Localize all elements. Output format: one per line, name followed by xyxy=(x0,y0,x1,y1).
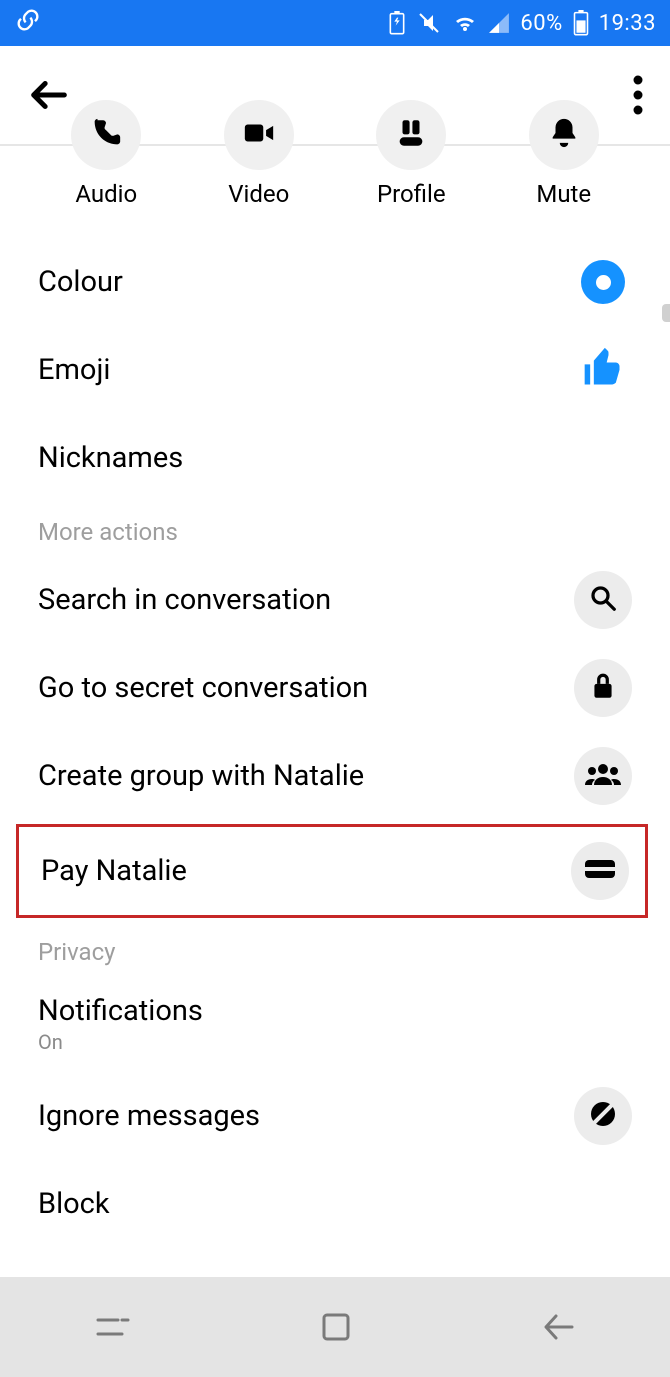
ignore-messages-label: Ignore messages xyxy=(38,1099,260,1133)
ignore-icon xyxy=(587,1098,619,1134)
notifications-label: Notifications xyxy=(38,994,203,1028)
battery-percentage: 60% xyxy=(520,11,562,36)
scrollbar-thumb[interactable] xyxy=(662,304,670,322)
video-icon xyxy=(242,116,276,154)
recycle-battery-icon xyxy=(388,11,406,35)
nicknames-row[interactable]: Nicknames xyxy=(38,414,632,502)
secret-conversation-label: Go to secret conversation xyxy=(38,671,368,705)
pay-label: Pay Natalie xyxy=(41,854,187,888)
link-icon xyxy=(14,6,42,40)
battery-icon xyxy=(573,10,589,36)
mute-button[interactable]: Mute xyxy=(529,160,599,208)
audio-call-button[interactable]: Audio xyxy=(71,160,141,208)
create-group-row[interactable]: Create group with Natalie xyxy=(38,732,632,820)
more-options-button[interactable] xyxy=(632,75,644,115)
vibrate-silent-icon xyxy=(416,11,442,35)
emoji-row[interactable]: Emoji xyxy=(38,326,632,414)
colour-swatch-icon xyxy=(581,260,625,304)
secret-conversation-row[interactable]: Go to secret conversation xyxy=(38,644,632,732)
recent-apps-button[interactable] xyxy=(92,1310,134,1344)
video-label: Video xyxy=(228,180,289,208)
nicknames-label: Nicknames xyxy=(38,441,183,475)
clock-text: 19:33 xyxy=(599,11,656,36)
block-row[interactable]: Block xyxy=(38,1160,632,1248)
pay-highlight-box: Pay Natalie xyxy=(16,824,648,918)
quick-actions-row: Audio Video Profile Mute xyxy=(0,146,670,238)
audio-label: Audio xyxy=(75,180,137,208)
more-actions-header: More actions xyxy=(0,502,670,556)
lock-icon xyxy=(590,671,616,705)
profile-label: Profile xyxy=(377,180,446,208)
bell-icon xyxy=(547,116,581,154)
privacy-header: Privacy xyxy=(0,922,670,976)
home-button[interactable] xyxy=(318,1309,354,1345)
status-bar: 60% 19:33 xyxy=(0,0,670,46)
create-group-label: Create group with Natalie xyxy=(38,759,364,793)
colour-label: Colour xyxy=(38,265,123,299)
phone-icon xyxy=(89,116,123,154)
mute-label: Mute xyxy=(536,180,591,208)
cellular-signal-icon xyxy=(488,12,510,34)
wifi-icon xyxy=(452,11,478,35)
notifications-row[interactable]: Notifications On xyxy=(38,976,632,1072)
profile-button[interactable]: Profile xyxy=(376,160,446,208)
profile-icon xyxy=(394,116,428,154)
search-icon xyxy=(588,583,618,617)
group-icon xyxy=(585,761,621,791)
video-call-button[interactable]: Video xyxy=(224,160,294,208)
notifications-value: On xyxy=(38,1030,63,1054)
colour-row[interactable]: Colour xyxy=(38,238,632,326)
thumbs-up-icon xyxy=(581,346,625,394)
system-back-button[interactable] xyxy=(538,1310,578,1344)
payment-icon xyxy=(584,857,616,885)
pay-row[interactable]: Pay Natalie xyxy=(19,827,645,915)
block-label: Block xyxy=(38,1187,110,1221)
emoji-label: Emoji xyxy=(38,353,110,387)
search-conversation-row[interactable]: Search in conversation xyxy=(38,556,632,644)
system-nav-bar xyxy=(0,1277,670,1377)
ignore-messages-row[interactable]: Ignore messages xyxy=(38,1072,632,1160)
search-conversation-label: Search in conversation xyxy=(38,583,331,617)
back-button[interactable] xyxy=(26,72,72,118)
